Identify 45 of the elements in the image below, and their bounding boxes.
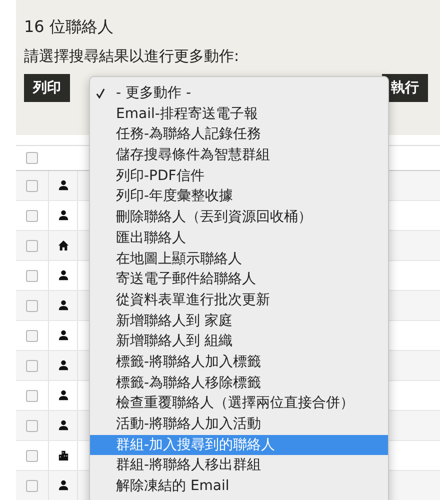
select-all-checkbox[interactable]: [26, 152, 38, 164]
building-icon: [58, 450, 68, 461]
person-icon: [58, 420, 68, 431]
menu-item[interactable]: 列印-PDF信件: [90, 166, 388, 186]
menu-item[interactable]: 檢查重覆聯絡人（選擇兩位直接合併）: [90, 393, 388, 414]
person-icon: [58, 270, 68, 281]
row-checkbox[interactable]: [26, 240, 38, 252]
row-checkbox[interactable]: [26, 360, 38, 372]
menu-item[interactable]: 標籤-為聯絡人移除標籤: [90, 372, 388, 394]
menu-item[interactable]: Email-排程寄送電子報: [90, 104, 388, 124]
row-checkbox[interactable]: [26, 180, 38, 192]
results-count-title: 16 位聯絡人: [24, 16, 114, 38]
person-icon: [58, 480, 68, 491]
menu-item[interactable]: 活動-將聯絡人加入活動: [90, 414, 388, 435]
menu-item[interactable]: 寄送電子郵件給聯絡人: [90, 269, 388, 290]
row-checkbox[interactable]: [26, 390, 38, 402]
menu-item[interactable]: 儲存搜尋條件為智慧群組: [90, 145, 388, 166]
menu-item[interactable]: 新增聯絡人到 家庭: [90, 310, 388, 332]
menu-item[interactable]: 任務-為聯絡人記錄任務: [90, 124, 388, 146]
row-checkbox[interactable]: [26, 300, 38, 312]
house-icon: [58, 240, 68, 251]
action-button[interactable]: 列印: [24, 74, 70, 102]
row-checkbox[interactable]: [26, 420, 38, 432]
menu-item[interactable]: 標籤-將聯絡人加入標籤: [90, 352, 388, 373]
row-checkbox[interactable]: [26, 330, 38, 342]
person-icon: [58, 180, 68, 191]
person-icon: [58, 210, 68, 221]
menu-item[interactable]: 解除凍結的 Email: [90, 476, 388, 497]
person-icon: [58, 300, 68, 311]
row-checkbox[interactable]: [26, 210, 38, 222]
instruction-text: 請選擇搜尋結果以進行更多動作:: [24, 46, 240, 67]
menu-item[interactable]: 群組-將聯絡人移出群組: [90, 455, 388, 476]
row-checkbox[interactable]: [26, 270, 38, 282]
menu-item[interactable]: 刪除聯絡人（丟到資源回收桶）: [90, 207, 388, 228]
row-checkbox[interactable]: [26, 450, 38, 462]
menu-item[interactable]: 在地圖上顯示聯絡人: [90, 248, 388, 270]
checkmark-icon: [96, 88, 105, 99]
person-icon: [58, 360, 68, 371]
menu-item[interactable]: 從資料表單進行批次更新: [90, 290, 388, 311]
person-icon: [58, 390, 68, 401]
person-icon: [58, 330, 68, 341]
menu-item[interactable]: 匯出聯絡人: [90, 228, 388, 248]
menu-item[interactable]: 列印-年度彙整收據: [90, 186, 388, 208]
menu-item[interactable]: 新增聯絡人到 組織: [90, 331, 388, 352]
row-checkbox[interactable]: [26, 480, 38, 492]
